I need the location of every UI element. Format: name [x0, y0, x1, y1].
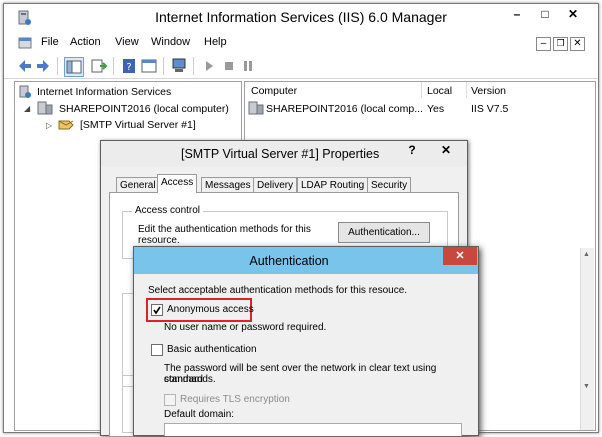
stop-icon[interactable] — [220, 57, 238, 75]
expand-arrow-icon[interactable]: ◢ — [24, 104, 30, 113]
anonymous-access-label[interactable]: Anonymous access — [167, 304, 254, 315]
row-computer: SHAREPOINT2016 (local comp... — [266, 103, 423, 115]
anonymous-access-checkbox[interactable] — [151, 304, 163, 316]
list-scrollbar[interactable]: ▲ ▼ — [580, 248, 594, 430]
tree-server-label[interactable]: [SMTP Virtual Server #1] — [80, 119, 196, 131]
child-restore-button[interactable]: ❐ — [553, 37, 568, 51]
anonymous-access-description: No user name or password required. — [164, 322, 327, 333]
row-local: Yes — [427, 103, 445, 115]
authentication-title: Authentication — [249, 254, 329, 268]
computer-icon[interactable] — [170, 57, 188, 75]
iis-root-icon — [19, 85, 31, 98]
column-divider[interactable] — [466, 82, 467, 98]
tab-access[interactable]: Access — [157, 174, 198, 193]
column-header-local[interactable]: Local — [427, 85, 452, 97]
requires-tls-checkbox[interactable] — [164, 394, 176, 406]
toolbar-separator — [193, 57, 194, 75]
access-description-2: resource. — [138, 235, 180, 246]
help-book-icon[interactable]: ? — [120, 57, 138, 75]
server-computer-icon — [248, 101, 264, 115]
show-hide-tree-icon[interactable] — [64, 57, 84, 77]
menu-bar: File Action View Window Help – ❐ ✕ — [4, 32, 598, 54]
access-control-legend: Access control — [132, 205, 204, 216]
mmc-console-icon — [18, 37, 32, 49]
tab-delivery[interactable]: Delivery — [253, 177, 298, 193]
forward-arrow-icon[interactable] — [34, 57, 52, 75]
back-arrow-icon[interactable] — [16, 57, 34, 75]
default-domain-input[interactable] — [164, 423, 462, 436]
scroll-up-icon[interactable]: ▲ — [583, 251, 590, 258]
tree-root-label[interactable]: Internet Information Services — [37, 86, 171, 98]
tab-security[interactable]: Security — [367, 177, 412, 193]
minimize-button[interactable]: – — [503, 4, 531, 24]
connection-control-group — [122, 293, 133, 387]
authentication-title-bar: Authentication ✕ — [134, 247, 478, 274]
default-domain-label: Default domain: — [164, 409, 235, 420]
requires-tls-label: Requires TLS encryption — [180, 394, 290, 405]
server-computer-icon — [37, 101, 53, 115]
column-header-computer[interactable]: Computer — [251, 85, 297, 97]
basic-auth-description-2: commands. — [164, 374, 216, 385]
authentication-dialog: Authentication ✕ Select acceptable authe… — [133, 246, 479, 436]
column-divider[interactable] — [421, 82, 422, 98]
svg-text:?: ? — [126, 62, 131, 73]
toolbar-separator — [163, 57, 164, 75]
relay-restrictions-group — [122, 375, 133, 433]
help-button[interactable]: ? — [397, 143, 427, 159]
toolbar: ? — [4, 54, 598, 79]
toolbar-separator — [113, 57, 114, 75]
close-button[interactable]: ✕ — [559, 4, 587, 24]
column-header-version[interactable]: Version — [471, 85, 506, 97]
export-list-icon[interactable] — [90, 57, 108, 75]
menu-action[interactable]: Action — [70, 36, 101, 48]
authentication-button[interactable]: Authentication... — [338, 222, 430, 243]
smtp-server-icon — [58, 120, 74, 130]
auth-intro-text: Select acceptable authentication methods… — [148, 285, 408, 296]
maximize-button[interactable]: □ — [531, 4, 559, 24]
authentication-close-button[interactable]: ✕ — [443, 247, 477, 265]
menu-help[interactable]: Help — [204, 36, 227, 48]
access-description-1: Edit the authentication methods for this — [138, 224, 311, 235]
tab-messages[interactable]: Messages — [201, 177, 255, 193]
child-minimize-button[interactable]: – — [536, 37, 551, 51]
child-close-button[interactable]: ✕ — [570, 37, 585, 51]
row-version: IIS V7.5 — [471, 103, 509, 115]
pause-icon[interactable] — [239, 57, 257, 75]
toolbar-separator — [57, 57, 58, 75]
properties-title: [SMTP Virtual Server #1] Properties — [181, 147, 380, 161]
scroll-down-icon[interactable]: ▼ — [583, 383, 590, 390]
title-bar: Internet Information Services (IIS) 6.0 … — [4, 4, 598, 32]
basic-auth-label[interactable]: Basic authentication — [167, 344, 257, 355]
start-icon[interactable] — [200, 57, 218, 75]
menu-view[interactable]: View — [115, 36, 139, 48]
table-row[interactable]: SHAREPOINT2016 (local comp... Yes IIS V7… — [245, 101, 593, 117]
checkmark-icon — [153, 306, 161, 315]
tab-general[interactable]: General — [116, 177, 160, 193]
properties-icon[interactable] — [140, 57, 158, 75]
collapse-arrow-icon[interactable]: ▷ — [46, 121, 52, 130]
menu-file[interactable]: File — [41, 36, 59, 48]
menu-window[interactable]: Window — [151, 36, 190, 48]
properties-title-bar: [SMTP Virtual Server #1] Properties ? ✕ — [101, 141, 467, 167]
basic-auth-checkbox[interactable] — [151, 344, 163, 356]
tree-computer-label[interactable]: SHAREPOINT2016 (local computer) — [59, 103, 229, 115]
properties-close-button[interactable]: ✕ — [431, 143, 461, 159]
tab-ldap-routing[interactable]: LDAP Routing — [297, 177, 369, 193]
